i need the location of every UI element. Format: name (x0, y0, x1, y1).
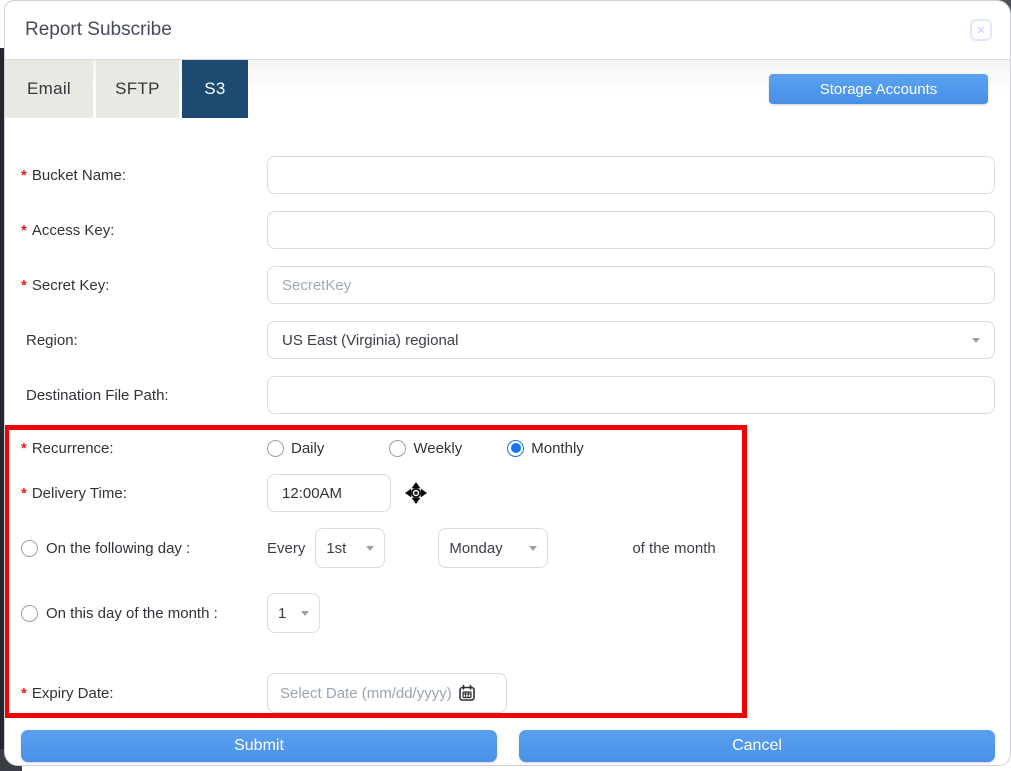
submit-button[interactable]: Submit (21, 730, 497, 762)
required-marker: * (21, 684, 27, 702)
action-buttons: Submit Cancel (21, 730, 995, 762)
recurrence-option-daily[interactable]: Daily (267, 439, 324, 457)
recurrence-row: * Recurrence: Daily Weekly Monthly (21, 436, 742, 460)
destination-file-path-input[interactable] (267, 376, 995, 414)
report-subscribe-modal: Report Subscribe ✕ Email SFTP S3 Storage… (4, 0, 1011, 766)
chevron-down-icon (529, 545, 538, 551)
weekday-select[interactable]: Monday (438, 528, 549, 568)
bucket-name-label: * Bucket Name: (21, 166, 127, 184)
of-the-month-label: of the month (632, 539, 716, 557)
required-marker: * (21, 276, 27, 294)
required-marker: * (21, 221, 27, 239)
required-marker: * (21, 484, 27, 502)
following-day-row: On the following day : Every 1st Monday … (21, 528, 742, 568)
secret-key-row: * Secret Key: (21, 266, 995, 304)
radio-monthly[interactable] (507, 439, 525, 457)
storage-accounts-button[interactable]: Storage Accounts (769, 74, 988, 104)
modal-header: Report Subscribe ✕ (5, 1, 1010, 59)
time-picker-move-icon[interactable] (404, 481, 428, 505)
close-icon[interactable]: ✕ (970, 19, 992, 41)
expiry-date-picker[interactable]: Select Date (mm/dd/yyyy) (267, 673, 507, 713)
tab-email[interactable]: Email (5, 60, 93, 118)
destination-file-path-row: Destination File Path: (21, 376, 995, 414)
radio-following-day[interactable] (21, 539, 38, 557)
tab-bar: Email SFTP S3 Storage Accounts (5, 59, 1010, 118)
cancel-button[interactable]: Cancel (519, 730, 995, 762)
radio-weekly[interactable] (389, 439, 407, 457)
recurrence-label: * Recurrence: (21, 439, 114, 457)
every-label: Every (267, 539, 306, 557)
region-selected-value: US East (Virginia) regional (282, 331, 459, 349)
delivery-time-label: * Delivery Time: (21, 484, 127, 502)
day-of-month-option[interactable]: On this day of the month : (21, 604, 267, 622)
recurrence-option-weekly[interactable]: Weekly (389, 439, 462, 457)
s3-subscription-form: * Bucket Name: * Access Key: * Secret Ke… (5, 118, 1010, 762)
page-title: Report Subscribe (25, 19, 172, 40)
radio-daily[interactable] (267, 439, 284, 457)
region-row: Region: US East (Virginia) regional (21, 321, 995, 359)
access-key-row: * Access Key: (21, 211, 995, 249)
region-select[interactable]: US East (Virginia) regional (267, 321, 995, 359)
chevron-down-icon (366, 545, 375, 551)
delivery-time-input[interactable] (267, 474, 391, 512)
bucket-name-input[interactable] (267, 156, 995, 194)
radio-day-of-month[interactable] (21, 604, 38, 622)
secret-key-input[interactable] (267, 266, 995, 304)
calendar-icon (458, 684, 475, 701)
tab-s3[interactable]: S3 (182, 60, 248, 118)
day-select[interactable]: 1 (267, 593, 320, 633)
expiry-date-placeholder: Select Date (mm/dd/yyyy) (280, 684, 452, 702)
ordinal-select[interactable]: 1st (315, 528, 386, 568)
region-label: Region: (26, 331, 78, 349)
access-key-input[interactable] (267, 211, 995, 249)
delivery-time-row: * Delivery Time: (21, 474, 742, 512)
expiry-date-label: * Expiry Date: (21, 684, 114, 702)
recurrence-highlight-box: * Recurrence: Daily Weekly Monthly * Del… (5, 425, 747, 718)
day-of-month-row: On this day of the month : 1 (21, 593, 742, 633)
expiry-date-row: * Expiry Date: Select Date (mm/dd/yyyy) (21, 673, 742, 713)
required-marker: * (21, 166, 27, 184)
access-key-label: * Access Key: (21, 221, 115, 239)
chevron-down-icon (301, 610, 309, 616)
tab-sftp[interactable]: SFTP (96, 60, 179, 118)
bucket-name-row: * Bucket Name: (21, 156, 995, 194)
required-marker: * (21, 439, 27, 457)
destination-file-path-label: Destination File Path: (26, 386, 169, 404)
following-day-option[interactable]: On the following day : (21, 539, 267, 557)
secret-key-label: * Secret Key: (21, 276, 110, 294)
recurrence-option-monthly[interactable]: Monthly (507, 439, 584, 457)
chevron-down-icon (972, 337, 980, 343)
